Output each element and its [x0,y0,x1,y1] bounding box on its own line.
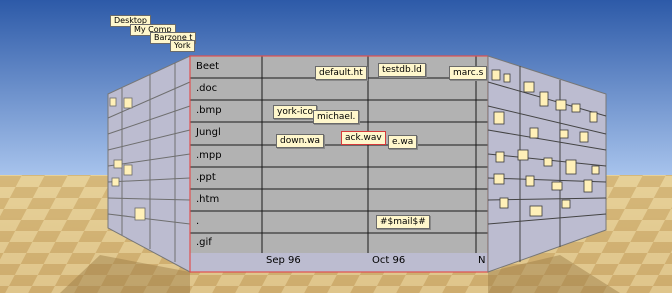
time-axis-label: Oct 96 [372,255,406,266]
breadcrumb-york[interactable]: York [170,40,195,52]
file-tag[interactable]: marc.s [449,66,488,80]
file-type-label: Beet [196,61,220,72]
file-type-label: .mpp [196,150,222,161]
file-tag-selected[interactable]: ack.wav [341,131,386,145]
file-type-label: .bmp [196,105,222,116]
file-tag[interactable]: #$mail$# [376,215,430,229]
file-tag[interactable]: testdb.ld [378,63,426,77]
file-tag[interactable]: down.wa [276,134,325,148]
file-type-label: .gif [196,237,212,248]
file-type-label: . [196,216,200,227]
file-type-label: .ppt [196,172,216,183]
file-type-label: .htm [196,194,220,205]
time-axis-label: Sep 96 [266,255,301,266]
time-axis-label: N [478,255,486,266]
wall-labels: Desktop My Comp Barzone t York Beet .doc… [0,0,672,293]
file-tag[interactable]: york-ico [273,105,317,119]
file-type-label: Jungl [196,127,221,138]
file-tag[interactable]: michael. [313,110,360,124]
file-tag[interactable]: e.wa [388,135,418,149]
file-wall-viewer: Desktop My Comp Barzone t York Beet .doc… [0,0,672,293]
file-type-label: .doc [196,83,218,94]
file-tag[interactable]: default.ht [315,66,367,80]
